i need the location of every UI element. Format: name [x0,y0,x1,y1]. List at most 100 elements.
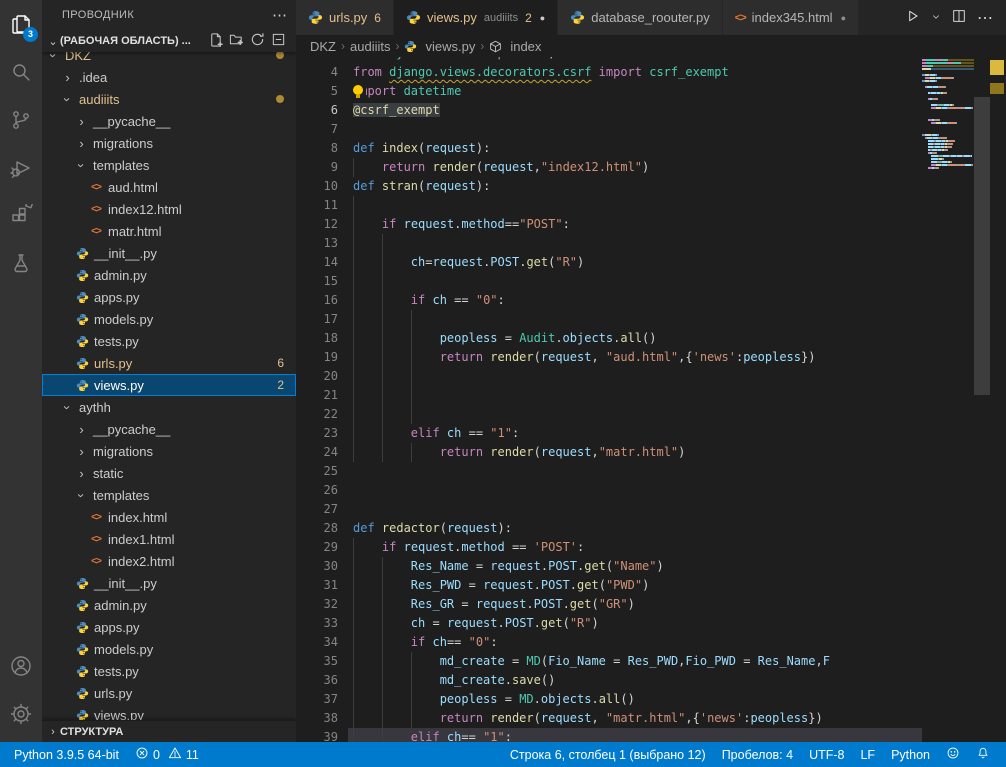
dirty-indicator-icon[interactable]: ● [540,13,545,23]
tab-database_roouter.py[interactable]: database_roouter.py [558,0,723,35]
split-editor-icon[interactable] [951,8,967,27]
status-cursor-position[interactable]: Строка 6, столбец 1 (выбрано 12) [502,748,714,762]
run-icon[interactable] [905,8,921,27]
tree-item-tests.py[interactable]: tests.py [42,330,296,352]
html-file-icon: <> [88,512,104,523]
tree-item-admin.py[interactable]: admin.py [42,264,296,286]
tree-item-migrations[interactable]: ›migrations [42,440,296,462]
token: ch [411,616,425,630]
tree-item-urls.py[interactable]: urls.py [42,682,296,704]
token: redactor [382,521,440,535]
token: if [382,217,404,231]
tree-item-__init__.py[interactable]: __init__.py [42,572,296,594]
tree-item-models.py[interactable]: models.py [42,308,296,330]
status-encoding[interactable]: UTF-8 [801,748,852,762]
tree-item-admin.py[interactable]: admin.py [42,594,296,616]
tree-item-apps.py[interactable]: apps.py [42,286,296,308]
activity-bar-item-settings-gear[interactable] [0,690,42,738]
scrollbar-thumb[interactable] [974,97,990,395]
tab-problems-badge: 6 [374,11,381,25]
tree-item-index2.html[interactable]: <>index2.html [42,550,296,572]
tree-item-static[interactable]: ›static [42,462,296,484]
code-text: elif ch== "1": [353,728,512,742]
more-actions-icon[interactable]: ⋯ [977,8,994,28]
minimap-line [922,128,974,130]
minimap[interactable] [922,57,974,742]
tree-item-label: .idea [79,70,107,85]
tab-views.py[interactable]: views.pyaudiiits2● [394,0,558,35]
activity-bar-item-testing[interactable] [0,240,42,288]
activity-bar-item-search[interactable] [0,48,42,96]
tree-item-templates[interactable]: ›templates [42,154,296,176]
status-indentation[interactable]: Пробелов: 4 [714,748,801,762]
tree-item-index.html[interactable]: <>index.html [42,506,296,528]
code-line-13 [296,234,922,253]
token: all [599,692,621,706]
tree-item-audiiits[interactable]: ›audiiits [42,88,296,110]
breadcrumb-item-DKZ[interactable]: DKZ [310,39,336,54]
indent-guide [353,272,354,291]
status-feedback-icon[interactable] [938,746,968,763]
status-problems[interactable]: 011 [127,746,207,763]
chevron-down-icon[interactable] [931,10,941,25]
tab-index345.html[interactable]: <>index345.html● [723,0,859,35]
tree-item-index12.html[interactable]: <>index12.html [42,198,296,220]
token: "GR" [599,597,628,611]
activity-bar-item-explorer[interactable]: 3 [0,0,42,48]
status-python-interpreter[interactable]: Python 3.9.5 64-bit [6,748,127,762]
token: request [447,521,498,535]
minimap-line [922,122,974,124]
breadcrumb-item-audiiits[interactable]: audiiits [350,39,390,54]
tree-item-__init__.py[interactable]: __init__.py [42,242,296,264]
tree-item-matr.html[interactable]: <>matr.html [42,220,296,242]
token: from [353,57,389,60]
lightbulb-icon[interactable] [351,83,366,100]
breadcrumb-item-views.py[interactable]: views.py [404,39,475,54]
breadcrumb-item-index[interactable]: index [489,39,541,54]
code-editor[interactable]: 3from aythh.models import MD,Audit4from … [296,57,1006,742]
token: request [483,160,534,174]
tree-item-views.py[interactable]: views.py2 [42,374,296,396]
token: = [736,654,758,668]
activity-bar-item-source-control[interactable] [0,96,42,144]
chevron-right-icon: › [74,422,89,437]
collapse-all-icon[interactable] [271,32,286,50]
code-line-23: elif ch == "1": [296,424,922,443]
new-file-icon[interactable] [208,32,223,50]
indent-guide [353,405,354,424]
tree-item-__pycache__[interactable]: ›__pycache__ [42,110,296,132]
status-language-mode[interactable]: Python [883,748,938,762]
new-folder-icon[interactable] [229,32,244,50]
tree-item-__pycache__[interactable]: ›__pycache__ [42,418,296,440]
tab-urls.py[interactable]: urls.py6 [296,0,394,35]
token: "1" [483,730,505,742]
tree-item-models.py[interactable]: models.py [42,638,296,660]
activity-bar: 3 [0,0,42,742]
status-notifications-bell-icon[interactable] [968,746,998,763]
token: request [425,141,476,155]
token: . [534,692,541,706]
activity-bar-item-account[interactable] [0,642,42,690]
outline-section-header[interactable]: › СТРУКТУРА [42,720,296,742]
dirty-indicator-icon[interactable]: ● [841,13,846,23]
status-eol[interactable]: LF [852,748,883,762]
tree-item-.idea[interactable]: ›.idea [42,66,296,88]
workspace-section-header[interactable]: ⌄ (РАБОЧАЯ ОБЛАСТЬ) ... [42,30,296,52]
tree-item-aythh[interactable]: ›aythh [42,396,296,418]
tree-item-urls.py[interactable]: urls.py6 [42,352,296,374]
tree-item-aud.html[interactable]: <>aud.html [42,176,296,198]
code-line-36: md_create.save() [296,671,922,690]
activity-bar-item-run-debug[interactable] [0,144,42,192]
tree-item-apps.py[interactable]: apps.py [42,616,296,638]
token [353,578,411,592]
token: . [534,578,541,592]
token: F [823,654,830,668]
code-text: def index(request): [353,139,490,158]
tree-item-index1.html[interactable]: <>index1.html [42,528,296,550]
code-text: return render(request,"matr.html") [353,443,685,462]
tree-item-migrations[interactable]: ›migrations [42,132,296,154]
tree-item-templates[interactable]: ›templates [42,484,296,506]
refresh-icon[interactable] [250,32,265,50]
tree-item-tests.py[interactable]: tests.py [42,660,296,682]
activity-bar-item-extensions[interactable] [0,192,42,240]
